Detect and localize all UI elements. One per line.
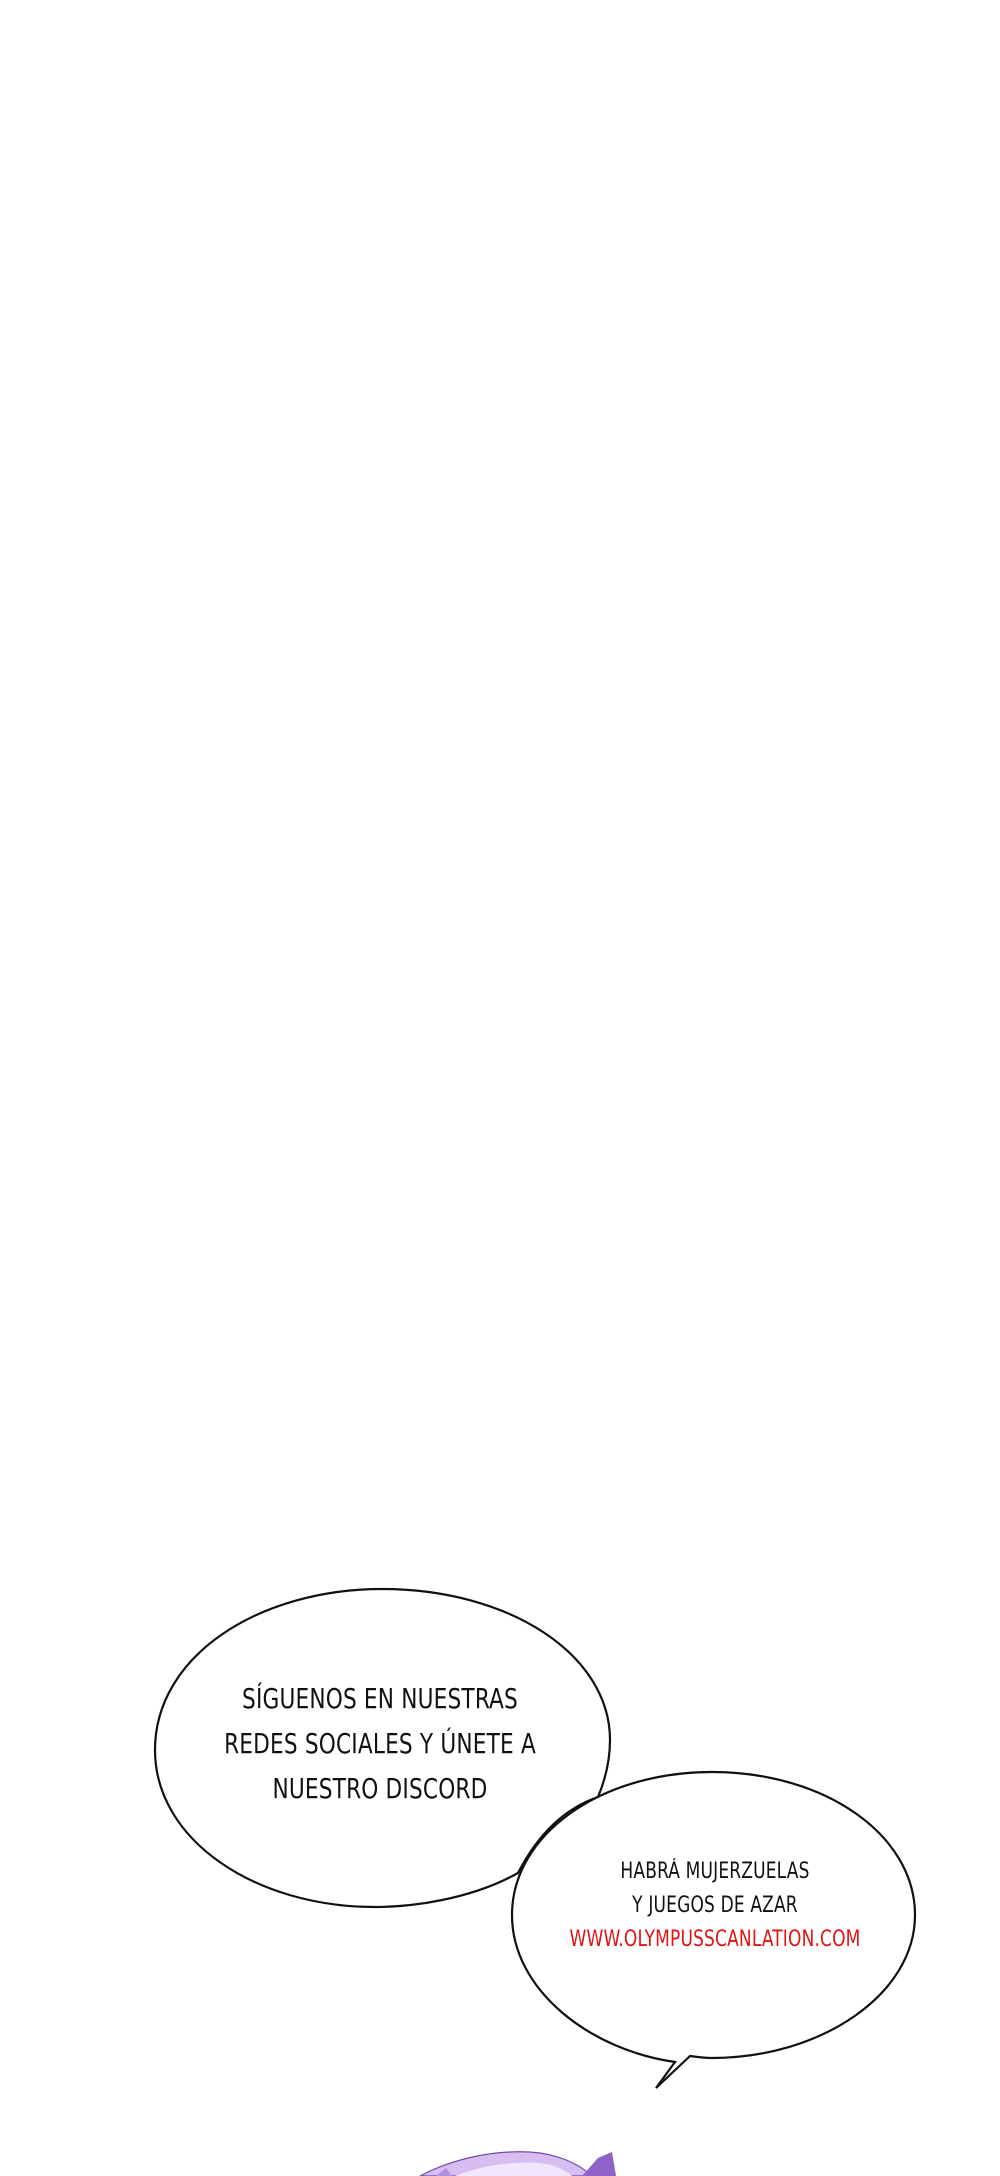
website-url: WWW.OLYMPUSSCANLATION.COM	[569, 1927, 861, 1952]
speech-bubble-2-text: HABRÁ MUJERZUELAS Y JUEGOS DE AZAR WWW.O…	[556, 1855, 874, 1957]
character-hair-artwork	[419, 2151, 616, 2176]
bubble-1-line-2: REDES SOCIALES Y ÚNETE A	[224, 1727, 536, 1760]
speech-bubbles-layer	[153, 1587, 917, 2176]
bubble-2-line-2: Y JUEGOS DE AZAR	[632, 1893, 798, 1918]
hair-shadow	[582, 2152, 616, 2176]
bubble-1-line-1: SÍGUENOS EN NUESTRAS	[242, 1682, 518, 1715]
bubble-1-line-3: NUESTRO DISCORD	[272, 1772, 488, 1805]
speech-bubble-1-text: SÍGUENOS EN NUESTRAS REDES SOCIALES Y ÚN…	[217, 1676, 544, 1811]
comic-panel: SÍGUENOS EN NUESTRAS REDES SOCIALES Y ÚN…	[0, 0, 1000, 2176]
bubble-2-line-1: HABRÁ MUJERZUELAS	[620, 1859, 810, 1884]
